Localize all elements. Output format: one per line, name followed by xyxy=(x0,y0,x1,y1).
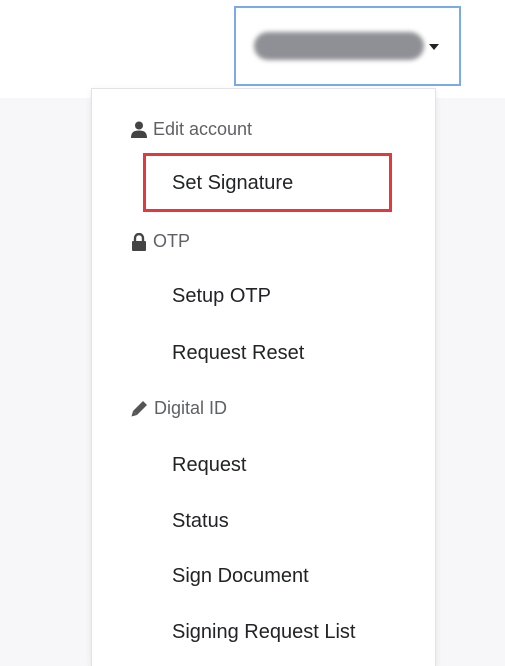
menu-header-label: Digital ID xyxy=(154,398,228,418)
highlight-box xyxy=(143,153,392,212)
menu-item-setup-otp[interactable]: Setup OTP xyxy=(172,285,271,308)
menu-header-label: OTP xyxy=(153,231,191,251)
lock-icon xyxy=(131,232,147,251)
caret-down-icon xyxy=(429,44,439,50)
account-dropdown-menu: Edit account Set Signature OTP Setup OTP… xyxy=(91,88,436,666)
menu-header-digital-id: Digital ID xyxy=(131,398,227,419)
menu-item-signing-request-list[interactable]: Signing Request List xyxy=(172,621,355,644)
user-menu-toggle[interactable] xyxy=(234,6,461,86)
menu-item-request-reset[interactable]: Request Reset xyxy=(172,342,304,365)
menu-item-status[interactable]: Status xyxy=(172,510,229,533)
user-icon xyxy=(131,121,147,138)
pen-icon xyxy=(131,400,148,417)
menu-header-otp: OTP xyxy=(131,231,190,252)
menu-header-edit-account: Edit account xyxy=(131,119,252,140)
menu-header-label: Edit account xyxy=(153,119,253,139)
menu-item-request[interactable]: Request xyxy=(172,454,247,477)
menu-item-sign-document[interactable]: Sign Document xyxy=(172,565,309,588)
page: Edit account Set Signature OTP Setup OTP… xyxy=(0,0,505,666)
user-name-redacted xyxy=(254,32,424,60)
